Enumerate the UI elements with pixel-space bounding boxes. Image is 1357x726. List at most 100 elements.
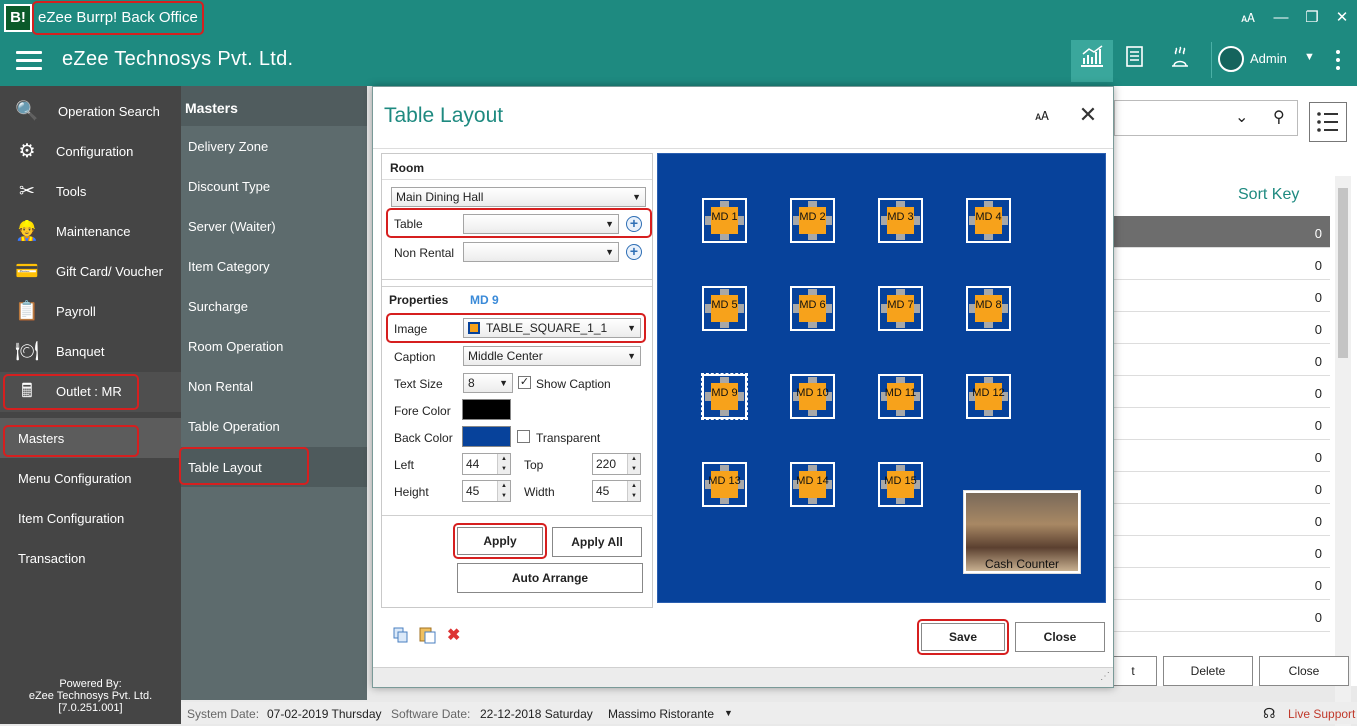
sidebar-item-masters[interactable]: Masters: [0, 418, 181, 458]
translate-icon[interactable]: 🗚: [1237, 8, 1259, 28]
live-support-link[interactable]: Live Support: [1288, 707, 1355, 721]
table-row[interactable]: 0: [1114, 408, 1330, 440]
restore-button[interactable]: ❐: [1301, 8, 1323, 28]
close-button[interactable]: Close: [1015, 622, 1105, 652]
table-object[interactable]: MD 12: [966, 374, 1011, 419]
room-dropdown[interactable]: Main Dining Hall ▼: [391, 187, 646, 207]
sidebar-item-payroll[interactable]: 📋 Payroll: [0, 292, 181, 332]
search-icon[interactable]: ⚲: [1273, 107, 1285, 127]
translate-icon[interactable]: 🗚: [1033, 109, 1051, 127]
apply-button[interactable]: Apply: [457, 527, 543, 555]
table-row[interactable]: 0: [1114, 216, 1330, 248]
table-row[interactable]: 0: [1114, 280, 1330, 312]
spinner-icon[interactable]: ▲ ▼: [497, 454, 510, 474]
reports-icon[interactable]: [1114, 40, 1156, 82]
submenu-item-table-layout[interactable]: Table Layout: [179, 447, 367, 487]
table-row[interactable]: 0: [1114, 440, 1330, 472]
delete-button[interactable]: Delete: [1163, 656, 1253, 686]
chevron-down-icon[interactable]: ⌄: [1235, 107, 1248, 127]
cash-counter-object[interactable]: Cash Counter: [963, 490, 1081, 574]
submenu-item-item-category[interactable]: Item Category: [181, 246, 367, 286]
table-object[interactable]: MD 8: [966, 286, 1011, 331]
spinner-icon[interactable]: ▲ ▼: [627, 454, 640, 474]
table-object[interactable]: MD 5: [702, 286, 747, 331]
table-row[interactable]: 0: [1114, 568, 1330, 600]
table-row[interactable]: 0: [1114, 248, 1330, 280]
spinner-icon[interactable]: ▲ ▼: [497, 481, 510, 501]
submenu-item-surcharge[interactable]: Surcharge: [181, 286, 367, 326]
table-row[interactable]: 0: [1114, 472, 1330, 504]
table-object[interactable]: MD 13: [702, 462, 747, 507]
top-input[interactable]: 220 ▲ ▼: [592, 453, 641, 475]
submenu-item-delivery-zone[interactable]: Delivery Zone: [181, 126, 367, 166]
more-options-icon[interactable]: [1334, 50, 1342, 72]
table-row[interactable]: 0: [1114, 376, 1330, 408]
sidebar-item-gift-card[interactable]: 💳 Gift Card/ Voucher: [0, 252, 181, 292]
user-menu[interactable]: Admin ▼: [1211, 42, 1321, 78]
resize-grip-icon[interactable]: ⋰: [1100, 671, 1110, 682]
sidebar-item-tools[interactable]: ✂ Tools: [0, 172, 181, 212]
close-icon[interactable]: ✕: [1077, 103, 1099, 127]
minimize-button[interactable]: —: [1270, 8, 1292, 28]
sidebar-item-transaction[interactable]: Transaction: [0, 538, 181, 578]
sidebar-item-banquet[interactable]: 🍽 Banquet: [0, 332, 181, 372]
sidebar-item-item-configuration[interactable]: Item Configuration: [0, 498, 181, 538]
table-object[interactable]: MD 2: [790, 198, 835, 243]
apply-all-button[interactable]: Apply All: [552, 527, 642, 557]
left-input[interactable]: 44 ▲ ▼: [462, 453, 511, 475]
submenu-item-non-rental[interactable]: Non Rental: [181, 366, 367, 406]
back-color-swatch[interactable]: [462, 426, 511, 447]
caption-dropdown[interactable]: Middle Center ▼: [463, 346, 641, 366]
sidebar-item-configuration[interactable]: ⚙ Configuration: [0, 132, 181, 172]
outlet-selector[interactable]: Massimo Ristorante: [608, 707, 714, 721]
copy-icon[interactable]: [393, 627, 409, 643]
text-size-dropdown[interactable]: 8 ▼: [463, 373, 513, 393]
edit-button[interactable]: t: [1109, 656, 1157, 686]
sidebar-item-menu-configuration[interactable]: Menu Configuration: [0, 458, 181, 498]
table-object[interactable]: MD 11: [878, 374, 923, 419]
column-header-sort-key[interactable]: Sort Key: [1238, 186, 1299, 204]
hamburger-menu-icon[interactable]: [16, 51, 42, 71]
scrollbar-thumb[interactable]: [1338, 188, 1348, 358]
search-bar[interactable]: ⌄ ⚲: [1114, 100, 1298, 136]
auto-arrange-button[interactable]: Auto Arrange: [457, 563, 643, 593]
table-object[interactable]: MD 7: [878, 286, 923, 331]
table-object[interactable]: MD 9: [701, 373, 748, 420]
width-input[interactable]: 45 ▲ ▼: [592, 480, 641, 502]
submenu-item-room-operation[interactable]: Room Operation: [181, 326, 367, 366]
height-input[interactable]: 45 ▲ ▼: [462, 480, 511, 502]
transparent-checkbox[interactable]: [517, 430, 530, 443]
delete-icon[interactable]: ✖: [447, 625, 460, 645]
paste-icon[interactable]: [419, 626, 437, 644]
table-object[interactable]: MD 10: [790, 374, 835, 419]
add-table-icon[interactable]: +: [626, 216, 642, 232]
chevron-down-icon[interactable]: ▼: [724, 708, 733, 718]
submenu-item-server[interactable]: Server (Waiter): [181, 206, 367, 246]
table-object[interactable]: MD 6: [790, 286, 835, 331]
fore-color-swatch[interactable]: [462, 399, 511, 420]
close-list-button[interactable]: Close: [1259, 656, 1349, 686]
spinner-icon[interactable]: ▲ ▼: [627, 481, 640, 501]
image-dropdown[interactable]: TABLE_SQUARE_1_1 ▼: [463, 318, 641, 338]
save-button[interactable]: Save: [921, 623, 1005, 651]
table-row[interactable]: 0: [1114, 504, 1330, 536]
list-view-icon[interactable]: [1309, 102, 1347, 142]
close-window-button[interactable]: ✕: [1331, 8, 1353, 28]
table-object[interactable]: MD 14: [790, 462, 835, 507]
kitchen-icon[interactable]: [1159, 40, 1201, 82]
table-dropdown[interactable]: ▼: [463, 214, 619, 234]
table-object[interactable]: MD 3: [878, 198, 923, 243]
table-row[interactable]: 0: [1114, 344, 1330, 376]
show-caption-checkbox[interactable]: ✓: [518, 376, 531, 389]
table-object[interactable]: MD 1: [702, 198, 747, 243]
table-object[interactable]: MD 15: [878, 462, 923, 507]
table-row[interactable]: 0: [1114, 312, 1330, 344]
sidebar-item-maintenance[interactable]: 👷 Maintenance: [0, 212, 181, 252]
layout-canvas[interactable]: MD 1 MD 2 MD 3 MD 4 MD 5 MD 6 MD 7 MD 8 MD 9 MD 1…: [657, 153, 1106, 603]
table-row[interactable]: 0: [1114, 600, 1330, 632]
add-non-rental-icon[interactable]: +: [626, 244, 642, 260]
table-row[interactable]: 0: [1114, 536, 1330, 568]
non-rental-dropdown[interactable]: ▼: [463, 242, 619, 262]
table-object[interactable]: MD 4: [966, 198, 1011, 243]
sidebar-item-operation-search[interactable]: 🔍 Operation Search: [0, 92, 181, 132]
